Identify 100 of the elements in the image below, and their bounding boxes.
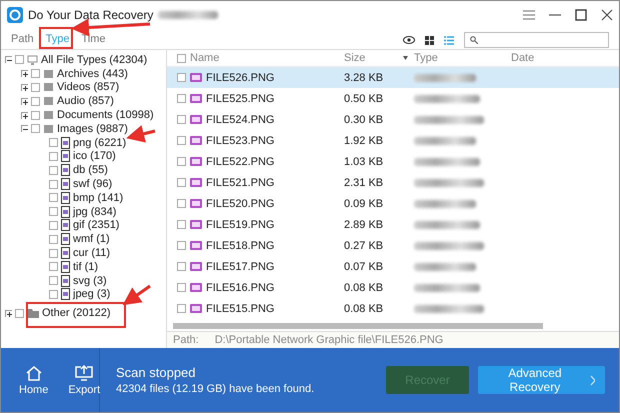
checkbox[interactable] (177, 136, 186, 145)
image-file-icon (190, 115, 202, 124)
tab[interactable]: Path (11, 33, 34, 49)
checkbox[interactable] (49, 220, 58, 230)
tree-item[interactable]: Archives (443) (57, 68, 128, 80)
list-view-icon[interactable] (444, 36, 454, 44)
checkbox[interactable] (31, 69, 40, 78)
tree-item[interactable]: Images (9887) (57, 122, 128, 135)
checkbox[interactable] (49, 207, 58, 216)
close-icon[interactable] (601, 9, 613, 21)
collapse-icon[interactable] (5, 56, 12, 64)
file-row[interactable]: FILE525.PNG 0.50 KB (167, 88, 619, 109)
tree-item[interactable]: Other (20122) (42, 307, 110, 320)
file-name: FILE523.PNG (206, 134, 274, 146)
maximize-icon[interactable] (575, 9, 587, 21)
checkbox[interactable] (49, 152, 58, 161)
tree-item[interactable]: gif (2351) (73, 219, 120, 232)
file-row[interactable]: FILE520.PNG 0.09 KB (167, 193, 619, 214)
sort-icon[interactable] (403, 56, 408, 60)
tree-item[interactable]: ico (170) (73, 150, 116, 162)
eye-icon[interactable] (403, 36, 415, 44)
expand-icon[interactable] (21, 70, 28, 78)
file-row[interactable]: FILE524.PNG 0.30 KB (167, 109, 619, 130)
checkbox[interactable] (177, 304, 186, 313)
checkbox[interactable] (49, 180, 58, 189)
column-header[interactable]: Type (414, 52, 438, 64)
checkbox[interactable] (15, 308, 24, 318)
blurred-text (414, 304, 484, 312)
tree-item[interactable]: cur (11) (73, 247, 110, 260)
expand-icon[interactable] (21, 112, 28, 119)
tree-item[interactable]: jpg (834) (73, 206, 116, 218)
tree-item[interactable]: db (55) (73, 164, 108, 176)
checkbox[interactable] (49, 166, 58, 175)
checkbox[interactable] (177, 157, 186, 166)
file-size: 0.08 KB (344, 282, 384, 294)
checkbox[interactable] (177, 241, 186, 250)
checkbox[interactable] (49, 193, 58, 202)
home-button[interactable]: Home (19, 364, 48, 396)
tab[interactable]: Time (82, 33, 106, 49)
export-button[interactable]: Export (68, 364, 100, 396)
file-row[interactable]: FILE518.PNG 0.27 KB (167, 235, 619, 256)
checkbox[interactable] (177, 73, 186, 82)
tree-item[interactable]: svg (3) (73, 274, 107, 287)
file-row[interactable]: FILE521.PNG 2.31 KB (167, 172, 619, 193)
expand-icon[interactable] (21, 98, 28, 105)
column-header[interactable]: Size (344, 52, 366, 64)
file-row[interactable]: FILE523.PNG 1.92 KB (167, 130, 619, 151)
image-file-icon (190, 136, 202, 145)
tree-item[interactable]: bmp (141) (73, 192, 124, 204)
tree-item[interactable]: tif (1) (73, 260, 98, 273)
file-row[interactable]: FILE522.PNG 1.03 KB (167, 151, 619, 172)
collapse-icon[interactable] (21, 125, 28, 132)
checkbox[interactable] (49, 262, 58, 272)
checkbox[interactable] (31, 82, 40, 92)
checkbox[interactable] (49, 234, 58, 244)
checkbox[interactable] (31, 110, 40, 120)
checkbox[interactable] (31, 124, 40, 134)
tree-item[interactable]: jpeg (3) (73, 288, 110, 300)
search-field[interactable] (464, 32, 609, 48)
file-icon (61, 136, 70, 149)
checkbox[interactable] (177, 220, 186, 229)
checkbox[interactable] (177, 94, 186, 103)
tree-item[interactable]: Audio (857) (57, 95, 114, 108)
checkbox[interactable] (177, 178, 186, 187)
checkbox[interactable] (49, 276, 58, 286)
checkbox[interactable] (49, 248, 58, 258)
checkbox[interactable] (177, 283, 186, 292)
file-row[interactable]: FILE517.PNG 0.07 KB (167, 256, 619, 277)
column-header[interactable]: Date (511, 52, 534, 64)
tree-item[interactable]: Documents (10998) (57, 109, 154, 122)
tree-item[interactable]: swf (96) (73, 178, 112, 190)
checkbox[interactable] (49, 290, 58, 299)
search-icon (470, 36, 478, 44)
column-header[interactable]: Name (190, 52, 220, 64)
checkbox[interactable] (49, 138, 58, 148)
checkbox[interactable] (177, 262, 186, 271)
checkbox[interactable] (31, 96, 40, 106)
tree-item[interactable]: All File Types (42304) (41, 54, 148, 66)
image-file-icon (190, 73, 202, 82)
blurred-text (414, 158, 480, 166)
expand-icon[interactable] (21, 84, 28, 91)
checkbox[interactable] (177, 54, 186, 62)
file-row[interactable]: FILE519.PNG 2.89 KB (167, 214, 619, 235)
blurred-text (414, 200, 476, 208)
tree-item[interactable]: png (6221) (73, 136, 126, 149)
tree-item[interactable]: Videos (857) (57, 81, 120, 94)
checkbox[interactable] (177, 115, 186, 124)
checkbox[interactable] (177, 199, 186, 208)
grid-view-icon[interactable] (425, 36, 434, 44)
file-row[interactable]: FILE515.PNG 0.08 KB (167, 298, 619, 319)
menu-icon[interactable] (523, 10, 535, 20)
checkbox[interactable] (15, 55, 24, 64)
file-size: 0.27 KB (344, 240, 384, 252)
tree-item[interactable]: wmf (1) (73, 233, 110, 246)
file-row[interactable]: FILE526.PNG 3.28 KB (167, 67, 619, 88)
scrollbar[interactable] (173, 323, 543, 329)
category-icon (43, 96, 54, 106)
file-row[interactable]: FILE516.PNG 0.08 KB (167, 277, 619, 298)
expand-icon[interactable] (5, 310, 12, 317)
file-icon (61, 206, 70, 218)
